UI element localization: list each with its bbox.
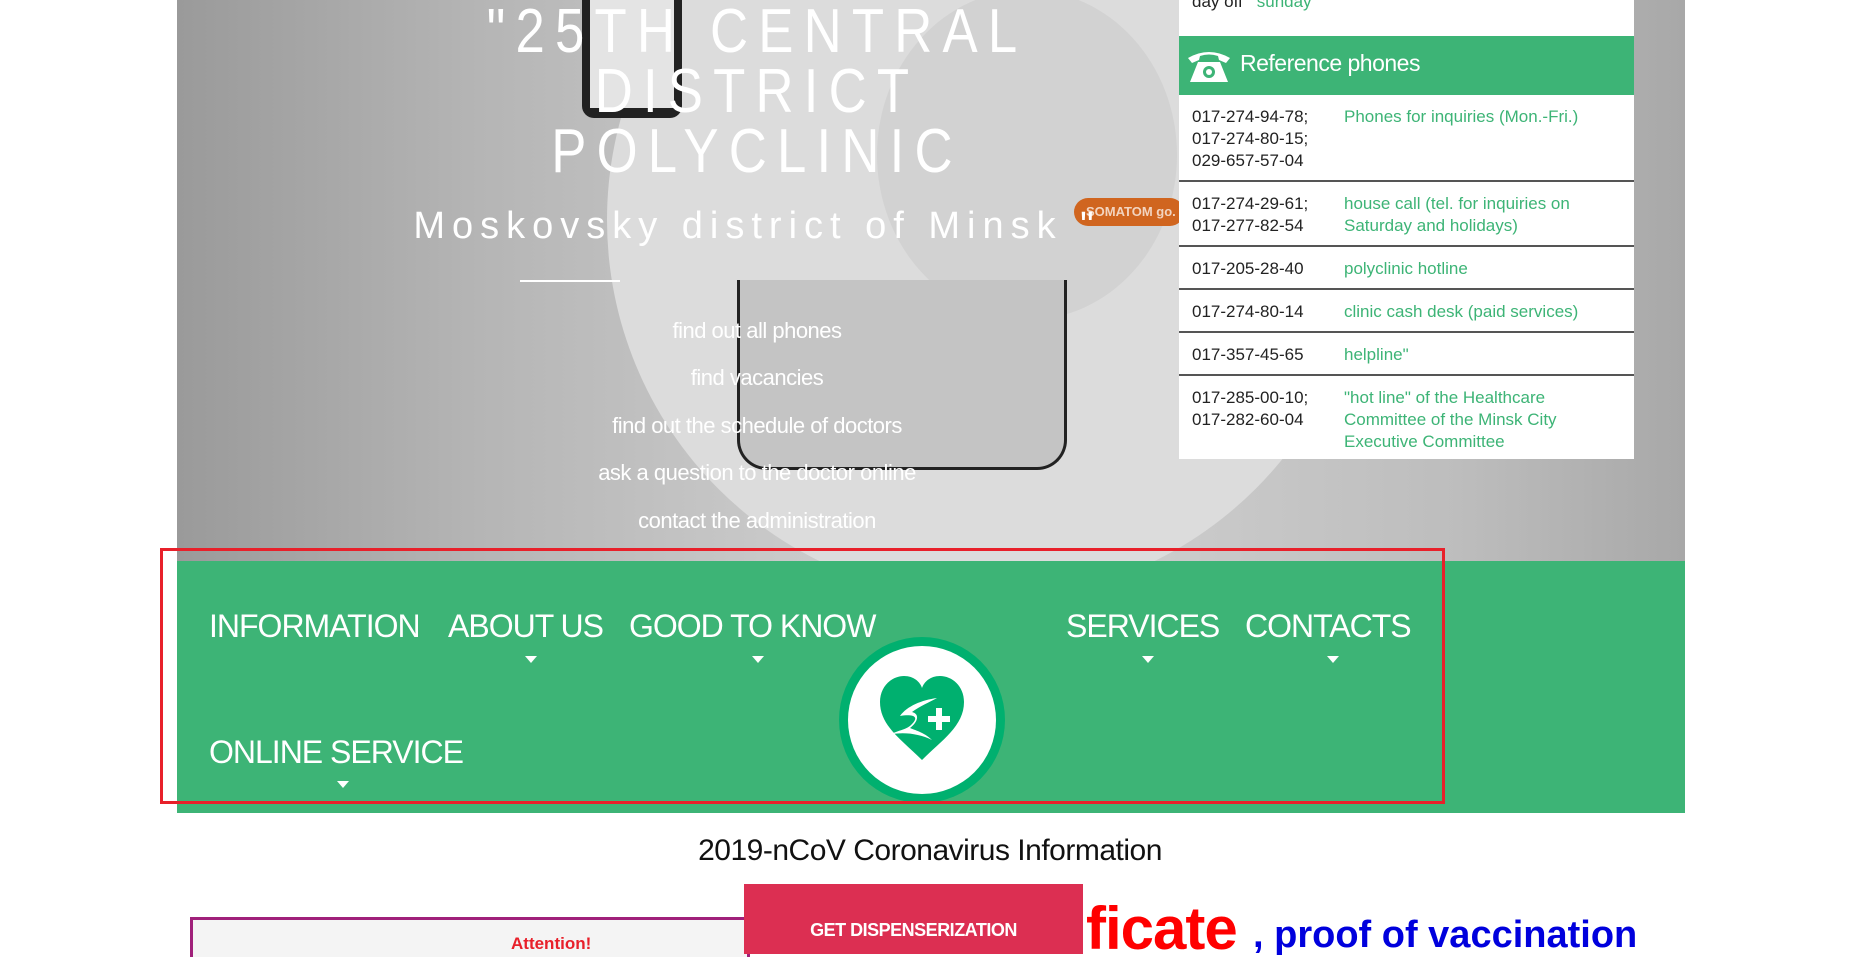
site-title-line-3: POLYCLINIC [551, 117, 963, 186]
reference-phones-title: Reference phones [1240, 50, 1420, 76]
phone-numbers[interactable]: 017-274-80-14 [1192, 301, 1344, 323]
phone-numbers[interactable]: 017-274-29-61; 017-277-82-54 [1192, 193, 1344, 237]
phone-description: Phones for inquiries (Mon.-Fri.) [1344, 107, 1579, 126]
phone-numbers[interactable]: 017-357-45-65 [1192, 344, 1344, 366]
highlight-box [160, 548, 1445, 804]
day-off: day off sunday [1192, 0, 1312, 12]
phone-description: "hot line" of the Healthcare Committee o… [1344, 388, 1557, 451]
day-off-value: sunday [1256, 0, 1312, 11]
site-title-line-1: "25TH CENTRAL [486, 0, 1028, 66]
site-title-line-2: DISTRICT [594, 57, 920, 126]
phone-row: 017-357-45-65 helpline" [1179, 333, 1634, 376]
reference-phones-panel: day off sunday Reference phones 017-274-9… [1179, 0, 1634, 459]
phone-numbers[interactable]: 017-274-94-78; 017-274-80-15; 029-657-57… [1192, 106, 1344, 172]
covid-heading[interactable]: 2019-nCoV Coronavirus Information [530, 834, 1330, 868]
phone-description: helpline" [1344, 345, 1409, 364]
phone-row: 017-274-94-78; 017-274-80-15; 029-657-57… [1179, 95, 1634, 182]
link-vacancies[interactable]: find vacancies [357, 365, 1157, 391]
phone-description: polyclinic hotline [1344, 259, 1468, 278]
phone-row: 017-274-29-61; 017-277-82-54 house call (… [1179, 182, 1634, 247]
phone-numbers[interactable]: 017-285-00-10; 017-282-60-04 [1192, 387, 1344, 453]
link-contact-administration[interactable]: contact the administration [357, 508, 1157, 534]
link-doctor-schedule[interactable]: find out the schedule of doctors [357, 413, 1157, 439]
telephone-icon [1188, 52, 1230, 82]
link-all-phones[interactable]: find out all phones [357, 318, 1157, 344]
phone-description: clinic cash desk (paid services) [1344, 302, 1579, 321]
title-divider [520, 280, 620, 282]
certificate-text[interactable]: ficate [1086, 894, 1238, 963]
phone-row: 017-285-00-10; 017-282-60-04 "hot line" o… [1179, 376, 1634, 461]
phone-row: 017-205-28-40 polyclinic hotline [1179, 247, 1634, 290]
link-ask-doctor[interactable]: ask a question to the doctor online [357, 460, 1157, 486]
vaccination-proof-text[interactable]: , proof of vaccination [1253, 914, 1637, 957]
site-subtitle: Moskovsky district of Minsk " [413, 205, 1101, 247]
reference-phones-header: Reference phones [1179, 36, 1634, 95]
day-off-label: day off [1192, 0, 1243, 11]
phone-description: house call (tel. for inquiries on Saturd… [1344, 194, 1570, 235]
attention-box: Attention! [190, 917, 750, 957]
phone-numbers[interactable]: 017-205-28-40 [1192, 258, 1344, 280]
phone-row: 017-274-80-14 clinic cash desk (paid serv… [1179, 290, 1634, 333]
attention-label: Attention! [511, 934, 592, 953]
